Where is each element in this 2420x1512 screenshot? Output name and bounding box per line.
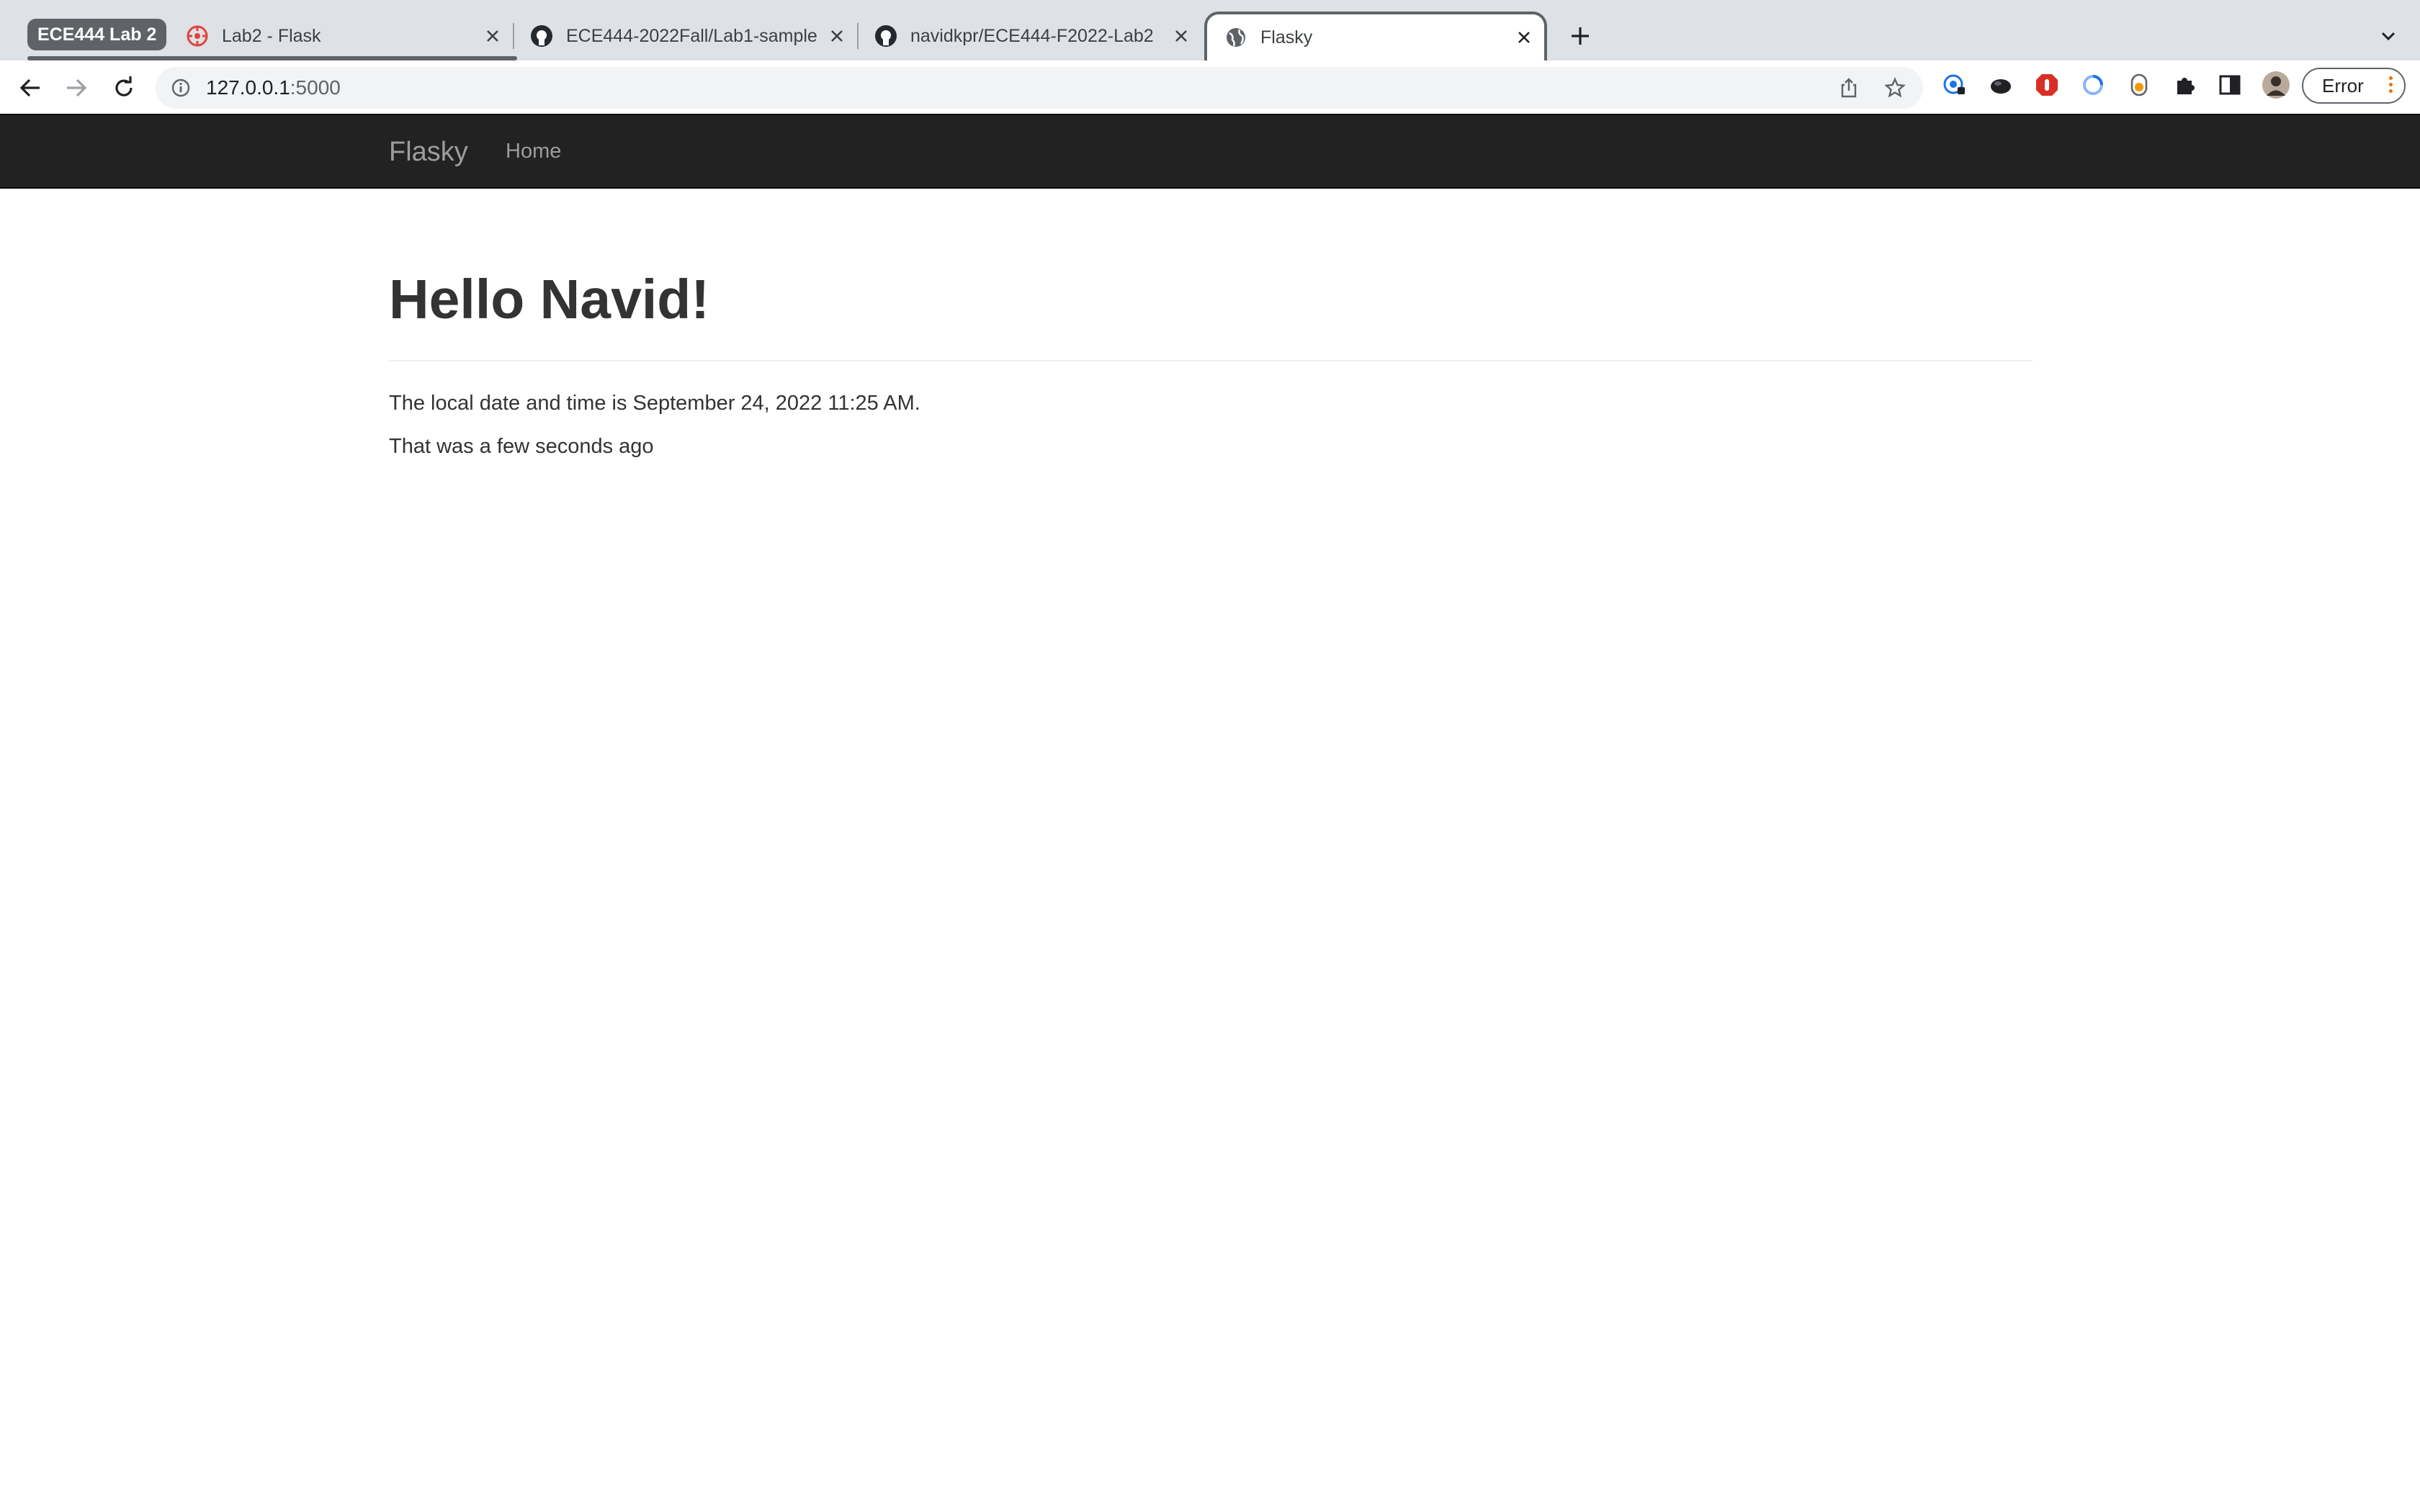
- site-info-icon[interactable]: [170, 77, 192, 99]
- tab-title: Flasky: [1260, 27, 1313, 48]
- site-navbar: Flasky Home: [0, 114, 2420, 189]
- github-icon: [530, 24, 553, 48]
- profile-error-label: Error: [2322, 74, 2364, 96]
- adblock-extension-icon[interactable]: [2034, 72, 2060, 98]
- forward-arrow-icon[interactable]: [60, 72, 92, 104]
- extensions-puzzle-icon[interactable]: [2172, 72, 2198, 98]
- bookmark-star-icon[interactable]: [1883, 76, 1907, 100]
- nav-home-link[interactable]: Home: [506, 140, 561, 163]
- tab-search-chevron-down-icon[interactable]: [2374, 22, 2403, 50]
- local-time-text: The local date and time is September 24,…: [389, 392, 920, 415]
- menu-kebab-icon: [2389, 76, 2393, 93]
- close-icon[interactable]: [827, 26, 847, 46]
- profile-avatar[interactable]: [2262, 71, 2290, 99]
- tab-lab2-flask[interactable]: Lab2 - Flask: [186, 12, 503, 60]
- address-bar[interactable]: 127.0.0.1:5000: [156, 67, 1923, 109]
- share-icon[interactable]: [1837, 76, 1861, 100]
- url-text[interactable]: 127.0.0.1:5000: [206, 76, 341, 99]
- tab-lab1-sample[interactable]: ECE444-2022Fall/Lab1-sample: [530, 12, 847, 60]
- password-manager-extension-icon[interactable]: [1942, 72, 1968, 98]
- honey-extension-icon[interactable]: [2126, 72, 2152, 98]
- profile-error-button[interactable]: Error: [2302, 68, 2406, 104]
- side-panel-icon[interactable]: [2217, 72, 2243, 98]
- url-port: :5000: [290, 76, 341, 99]
- tab-title: ECE444-2022Fall/Lab1-sample: [566, 25, 817, 46]
- tab-flasky[interactable]: Flasky: [1204, 12, 1547, 60]
- close-icon[interactable]: [483, 26, 503, 46]
- close-icon[interactable]: [1171, 26, 1191, 46]
- reload-icon[interactable]: [108, 72, 140, 104]
- tab-separator: [857, 23, 859, 49]
- back-arrow-icon[interactable]: [14, 72, 46, 104]
- url-host: 127.0.0.1: [206, 76, 290, 99]
- globe-icon: [1224, 26, 1247, 49]
- browser-toolbar: 127.0.0.1:5000: [0, 60, 2420, 114]
- greeting-heading: Hello Navid!: [389, 269, 709, 330]
- tab-strip: ECE444 Lab 2 Lab2 - Flask ECE444-2022Fal…: [0, 0, 2420, 60]
- dark-mode-extension-icon[interactable]: [1988, 72, 2014, 98]
- tab-group-label[interactable]: ECE444 Lab 2: [27, 19, 167, 50]
- new-tab-plus-icon[interactable]: [1566, 22, 1595, 50]
- tab-title: Lab2 - Flask: [222, 25, 321, 46]
- page-header: Hello Navid!: [389, 268, 2033, 361]
- tab-ece444-lab2-repo[interactable]: navidkpr/ECE444-F2022-Lab2: [874, 12, 1191, 60]
- close-icon[interactable]: [1514, 27, 1534, 48]
- flask-favicon-icon: [186, 24, 209, 48]
- github-icon: [874, 24, 897, 48]
- loading-ring-extension-icon[interactable]: [2080, 72, 2106, 98]
- relative-time-text: That was a few seconds ago: [389, 435, 654, 458]
- navbar-brand[interactable]: Flasky: [389, 137, 468, 168]
- tab-title: navidkpr/ECE444-F2022-Lab2: [910, 25, 1154, 46]
- tab-separator: [513, 23, 514, 49]
